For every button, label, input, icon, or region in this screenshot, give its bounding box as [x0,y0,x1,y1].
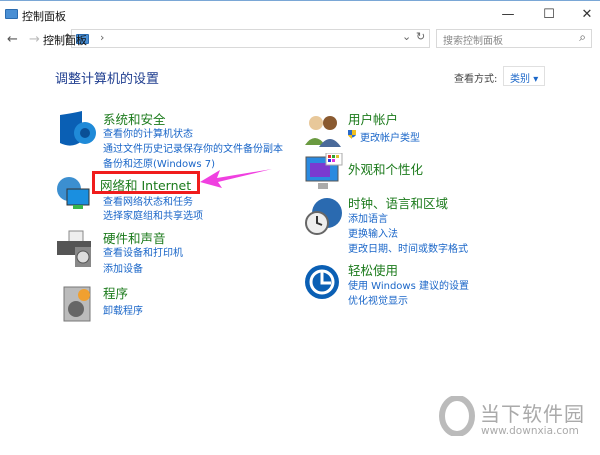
link-add-device[interactable]: 添加设备 [103,260,143,275]
view-by-value: 类别 [510,74,530,85]
breadcrumb-control-panel[interactable]: 控制面板 [43,32,87,48]
link-check-status[interactable]: 查看你的计算机状态 [103,125,193,140]
search-icon[interactable]: ⌕ [579,30,586,45]
printer-icon [57,230,91,267]
link-change-input[interactable]: 更换输入法 [348,225,398,240]
breadcrumb-separator: › [100,31,105,44]
address-bar[interactable]: › ⌄ ↻ [71,29,430,48]
refresh-button[interactable]: ↻ [416,30,425,43]
watermark-url: www.downxia.com [481,425,579,437]
pointer-arrow [200,169,272,188]
address-dropdown-button[interactable]: ⌄ [402,30,411,43]
link-recommended-settings[interactable]: 使用 Windows 建议的设置 [348,277,469,292]
link-file-history[interactable]: 通过文件历史记录保存你的文件备份副本 [103,140,283,155]
link-optimize-display[interactable]: 优化视觉显示 [348,292,408,307]
title-bar: 控制面板 — ☐ ✕ [0,1,600,29]
monitor-icon [305,153,343,189]
chevron-down-icon: ▾ [533,74,539,85]
link-devices-printers[interactable]: 查看设备和打印机 [103,244,183,259]
control-panel-icon [5,9,18,19]
category-network-internet[interactable]: 网络和 Internet [100,175,191,194]
link-homegroup[interactable]: 选择家庭组和共享选项 [103,207,203,222]
link-change-account-type[interactable]: 更改帐户类型 [360,129,420,144]
back-button[interactable]: ← [7,32,18,47]
clock-globe-icon [305,198,342,235]
shield-icon [60,111,96,146]
view-by-dropdown[interactable]: 类别 ▾ [503,66,545,86]
forward-button[interactable]: → [29,32,40,47]
category-user-accounts[interactable]: 用户帐户 [348,109,398,128]
minimize-button[interactable]: — [493,5,523,25]
uac-shield-icon [348,130,356,139]
page-title: 调整计算机的设置 [55,72,160,87]
users-icon [305,116,341,147]
programs-icon [63,286,91,322]
network-icon [57,177,90,209]
maximize-button[interactable]: ☐ [534,5,564,25]
link-add-language[interactable]: 添加语言 [348,210,388,225]
watermark-name: 当下软件园 [480,402,585,426]
category-programs[interactable]: 程序 [103,283,128,302]
link-network-status[interactable]: 查看网络状态和任务 [103,193,193,208]
search-placeholder: 搜索控制面板 [443,36,503,47]
category-appearance[interactable]: 外观和个性化 [348,159,423,178]
link-uninstall[interactable]: 卸载程序 [103,302,143,317]
window-title: 控制面板 [22,10,66,23]
link-date-time-format[interactable]: 更改日期、时间或数字格式 [348,240,468,255]
view-by-label: 查看方式: [454,74,498,85]
close-button[interactable]: ✕ [572,5,600,25]
ease-of-access-icon [305,265,339,299]
watermark-logo [439,396,475,436]
